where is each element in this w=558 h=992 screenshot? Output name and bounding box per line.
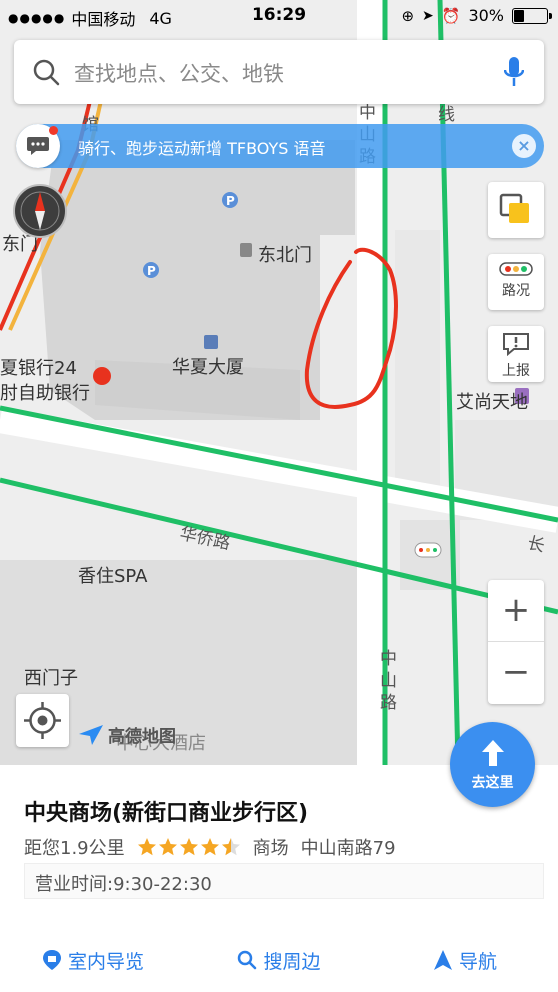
search-icon	[33, 59, 60, 86]
layers-button[interactable]	[488, 182, 544, 238]
search-bar[interactable]: 查找地点、公交、地铁	[14, 40, 544, 104]
locate-icon	[24, 702, 61, 739]
navigate-arrow-icon	[433, 950, 452, 970]
map-view[interactable]: P P 东北门 华夏大厦 东门 夏银行24 肘自助银行 艾尚天地 香住SPA 西…	[0, 0, 558, 765]
arrow-up-icon	[481, 740, 504, 766]
layers-icon	[499, 193, 529, 223]
indoor-guide-button[interactable]: 室内导览	[0, 935, 186, 985]
alarm-icon: ⏰	[441, 6, 461, 25]
map-label-bank[interactable]: 夏银行24	[0, 354, 77, 380]
report-label: 上报	[502, 363, 530, 379]
map-label-huaxia-building[interactable]: 华夏大厦	[172, 353, 244, 379]
announcement-banner[interactable]: 骑行、跑步运动新增 TFBOYS 语音 ×	[16, 124, 544, 168]
star-icon	[137, 838, 156, 856]
search-input[interactable]: 查找地点、公交、地铁	[74, 58, 284, 88]
rating-stars	[137, 837, 241, 857]
opening-hours: 营业时间:9:30-22:30	[24, 863, 544, 899]
star-icon	[179, 838, 198, 856]
navigate-label: 导航	[458, 950, 497, 973]
place-address: 中山南路79	[300, 838, 396, 859]
road-label-zhongshan-bottom: 中山路	[380, 649, 397, 713]
report-button[interactable]: 上报	[488, 326, 544, 382]
place-category: 商场	[252, 838, 289, 859]
location-pin-icon	[42, 950, 61, 970]
navigate-button[interactable]: 导航	[372, 935, 558, 985]
search-nearby-icon	[238, 950, 257, 970]
traffic-light-icon	[499, 262, 533, 276]
notification-dot	[49, 126, 58, 135]
map-label-xiangzhu-spa[interactable]: 香住SPA	[78, 562, 147, 588]
place-name[interactable]: 中央商场(新街口商业步行区)	[24, 795, 308, 827]
battery-icon	[512, 7, 552, 24]
go-here-button[interactable]: 去这里	[450, 722, 535, 807]
battery-percent: 30%	[468, 6, 504, 25]
amap-logo-icon	[79, 724, 103, 745]
star-icon	[158, 838, 177, 856]
zoom-controls: + −	[488, 580, 544, 704]
message-icon[interactable]	[16, 124, 60, 168]
zoom-in-button[interactable]: +	[488, 580, 544, 642]
map-label-ximenzi[interactable]: 西门子	[24, 664, 78, 690]
brand-logo: 高德地图	[78, 722, 176, 747]
close-icon[interactable]: ×	[512, 134, 536, 158]
compass-icon[interactable]	[13, 184, 67, 238]
go-here-label: 去这里	[471, 775, 514, 791]
traffic-label: 路况	[502, 283, 530, 299]
place-distance: 距您1.9公里	[24, 838, 125, 859]
svg-text:P: P	[147, 264, 156, 278]
location-arrow-icon: ➤	[422, 7, 434, 24]
indoor-guide-label: 室内导览	[67, 950, 144, 973]
svg-text:P: P	[226, 194, 235, 208]
report-icon	[503, 333, 529, 357]
traffic-button[interactable]: 路况	[488, 254, 544, 310]
brand-name: 高德地图	[108, 727, 176, 747]
star-icon	[200, 838, 219, 856]
banner-text[interactable]: 骑行、跑步运动新增 TFBOYS 语音	[78, 135, 326, 159]
microphone-icon[interactable]	[504, 56, 524, 88]
zoom-out-button[interactable]: −	[488, 642, 544, 704]
half-star-icon	[221, 838, 240, 856]
locate-button[interactable]	[16, 694, 69, 747]
map-label-northeast-gate[interactable]: 东北门	[258, 241, 312, 267]
place-meta: 距您1.9公里 商场 中山南路79	[24, 834, 396, 860]
search-nearby-label: 搜周边	[263, 950, 321, 973]
search-nearby-button[interactable]: 搜周边	[186, 935, 372, 985]
rotation-lock-icon: ⊕	[401, 6, 415, 25]
map-label-bank-atm[interactable]: 肘自助银行	[0, 379, 90, 405]
status-bar: ●●●●● 中国移动 4G 16:29 ⊕ ➤ ⏰ 30%	[0, 0, 558, 32]
map-label-aishang[interactable]: 艾尚天地	[456, 388, 528, 414]
action-bar: 室内导览 搜周边 导航	[0, 935, 558, 985]
